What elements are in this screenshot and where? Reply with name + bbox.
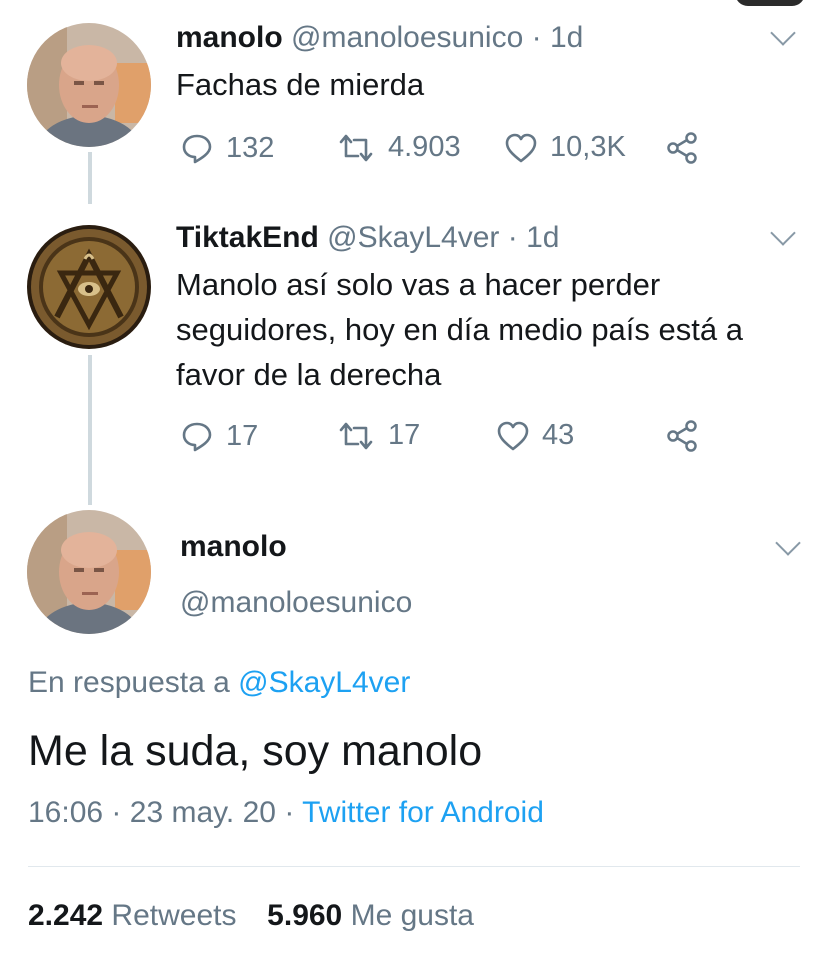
reply-button[interactable]: 132 [180,131,274,165]
author-handle[interactable]: @manoloesunico [180,585,412,621]
like-icon [497,421,529,450]
separator: · [284,796,295,829]
tweet-time[interactable]: 1d [550,21,583,54]
like-count: 10,3K [550,131,626,163]
avatar[interactable] [27,23,151,147]
reply-icon [182,134,212,164]
retweets-count: 2.242 [28,899,104,932]
share-button[interactable] [666,419,700,453]
likes-label: Me gusta [350,899,474,932]
author-name[interactable]: manolo [180,529,287,565]
author-name[interactable]: TiktakEnd [176,221,319,254]
tweet-text: Fachas de mierda [176,67,425,102]
separator: · [531,21,542,54]
avatar[interactable] [27,225,151,349]
likes-stat[interactable]: 5.960 Me gusta [267,899,474,932]
tweet-actions: 132 4.903 10,3K [176,131,736,171]
like-count: 43 [542,419,575,451]
share-button[interactable] [666,131,700,165]
author-handle[interactable]: @SkayL4ver [327,221,499,254]
tweet-actions: 17 17 43 [176,419,736,459]
retweets-label: Retweets [111,899,237,932]
author-name[interactable]: manolo [176,21,283,54]
reply-count: 132 [226,131,275,164]
like-icon [505,133,537,162]
thread-connector [88,152,92,204]
author-handle[interactable]: @manoloesunico [291,21,523,54]
tweet-text-line: seguidores, hoy en día medio país está a [176,312,743,347]
chevron-down-icon[interactable] [770,20,796,46]
retweets-stat[interactable]: 2.242 Retweets [28,899,245,932]
separator: · [111,796,122,829]
like-button[interactable]: 10,3K [504,131,626,164]
retweet-count: 17 [388,419,421,451]
tweet-source[interactable]: Twitter for Android [302,796,544,829]
reply-to-link[interactable]: @SkayL4ver [238,666,410,699]
tweet-time[interactable]: 16:06 [28,796,103,829]
top-edge-element [735,0,805,6]
tweet-text-line: favor de la derecha [176,357,442,392]
tweet-stats: 2.242 Retweets 5.960 Me gusta [28,899,474,933]
divider [28,866,800,867]
likes-count: 5.960 [267,899,343,932]
tweet-time[interactable]: 1d [526,221,559,254]
chevron-down-icon[interactable] [770,220,796,246]
retweet-button[interactable]: 17 [336,419,420,452]
tweet-date[interactable]: 23 may. 20 [130,796,276,829]
retweet-button[interactable]: 4.903 [336,131,461,164]
share-icon [667,420,697,452]
reply-context: En respuesta a @SkayL4ver [28,666,410,700]
reply-button[interactable]: 17 [180,419,258,453]
tweet-text: Manolo así solo vas a hacer perder segui… [176,262,743,397]
like-button[interactable]: 43 [496,419,574,452]
retweet-count: 4.903 [388,131,461,163]
avatar[interactable] [27,510,151,634]
chevron-down-icon[interactable] [775,530,801,556]
reply-count: 17 [226,419,259,452]
tweet-meta: 16:06 · 23 may. 20 · Twitter for Android [28,796,544,830]
retweet-icon [339,422,373,449]
share-icon [667,132,697,164]
tweet-text: Me la suda, soy manolo [28,727,483,775]
reply-icon [182,422,212,452]
reply-prefix: En respuesta a [28,666,230,699]
retweet-icon [339,134,373,161]
thread-connector [88,355,92,505]
tweet-text-line: Manolo así solo vas a hacer perder [176,267,661,302]
separator: · [507,221,518,254]
